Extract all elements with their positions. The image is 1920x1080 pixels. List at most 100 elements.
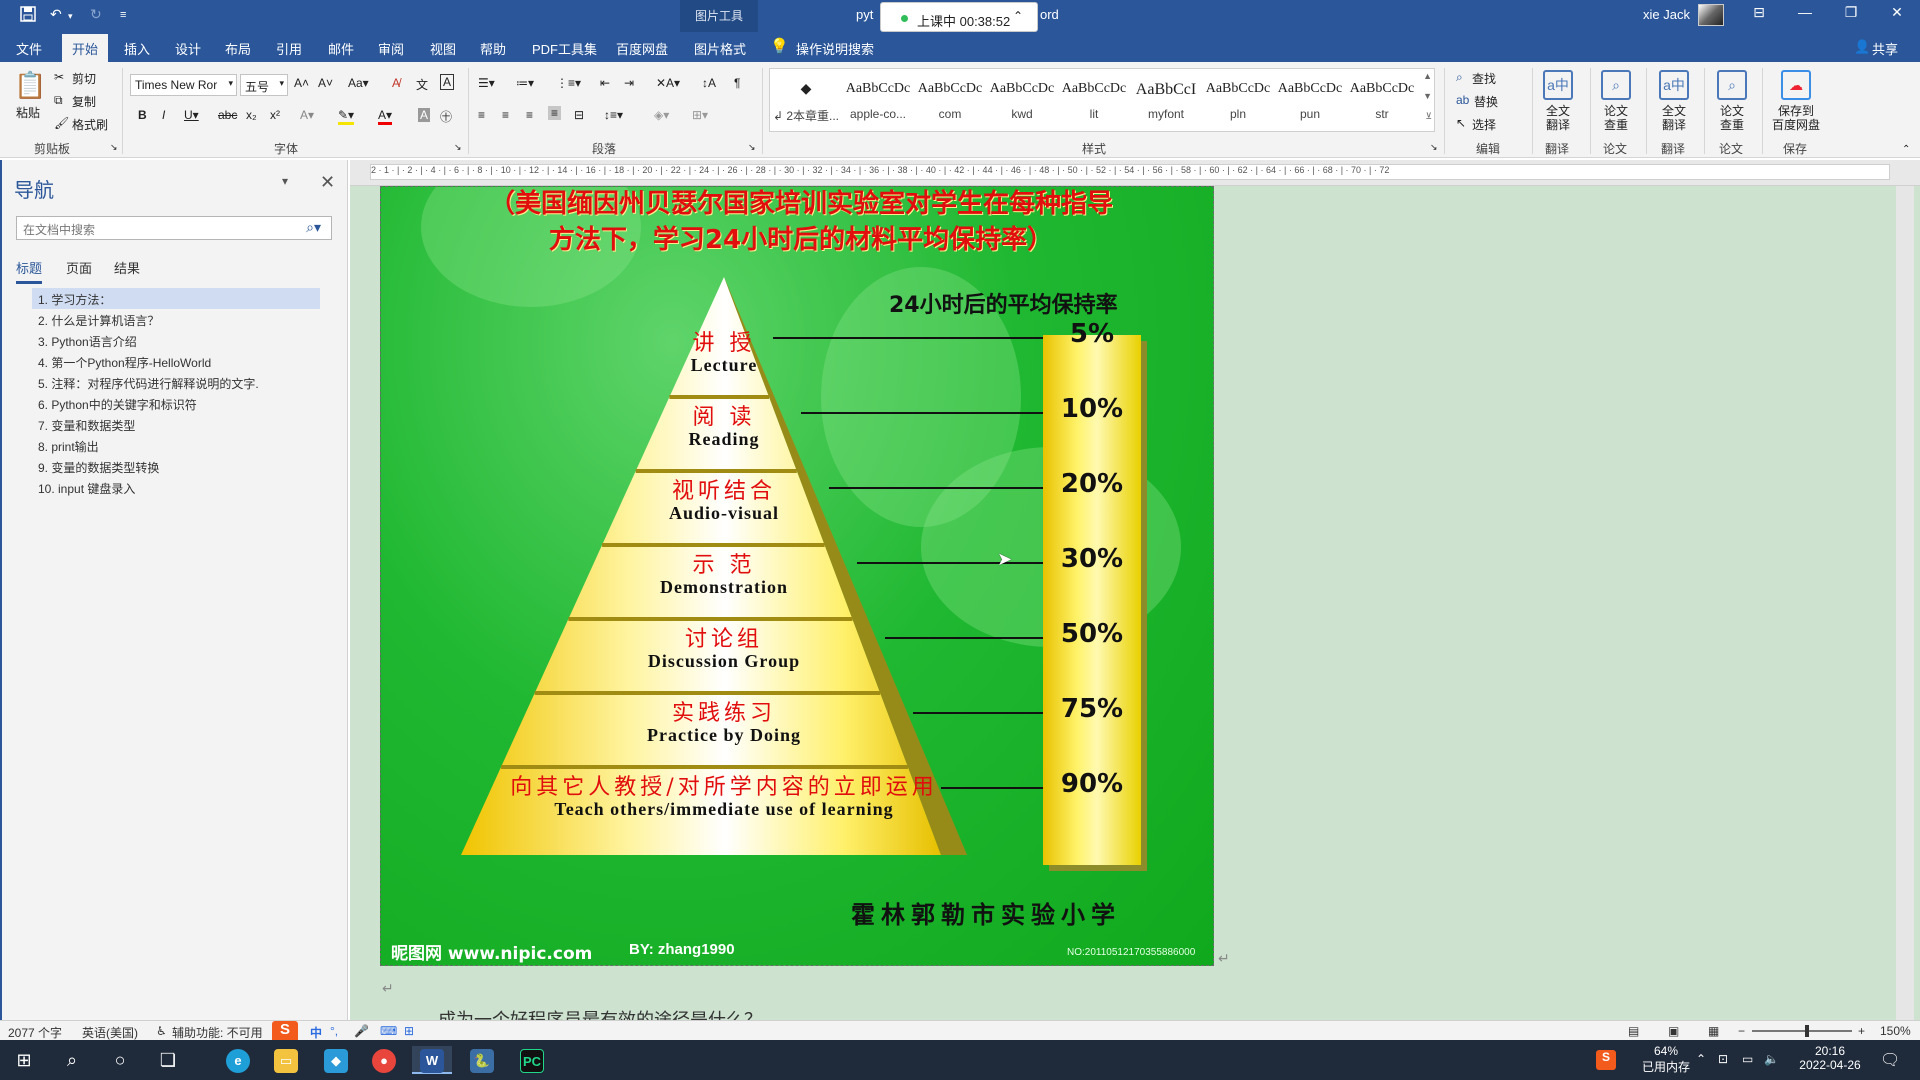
- nav-heading-item[interactable]: 2. 什么是计算机语言？: [32, 309, 320, 330]
- styles-scroll-down-icon[interactable]: ▼: [1423, 91, 1432, 101]
- nav-search-input[interactable]: 在文档中搜索 ⌕▾: [16, 216, 332, 240]
- tab-help[interactable]: 帮助: [480, 39, 506, 58]
- grow-font-icon[interactable]: A˄: [294, 76, 309, 90]
- word-count[interactable]: 2077 个字: [8, 1024, 62, 1041]
- cut-button[interactable]: 剪切: [72, 70, 96, 87]
- share-button[interactable]: 共享: [1872, 39, 1898, 58]
- styles-scroll-up-icon[interactable]: ▲: [1423, 71, 1432, 81]
- horizontal-ruler[interactable]: 2 · 1 · | · 2 · | · 4 · | · 6 · | · 8 · …: [350, 160, 1920, 186]
- language-indicator[interactable]: 英语(美国): [82, 1024, 138, 1041]
- nav-tab-headings[interactable]: 标题: [16, 258, 43, 284]
- user-name[interactable]: xie Jack: [1643, 7, 1690, 22]
- ribbon-display-icon[interactable]: ⊟: [1744, 4, 1774, 26]
- replace-icon[interactable]: ab: [1456, 93, 1469, 107]
- find-button[interactable]: 查找: [1472, 70, 1496, 87]
- ime-mode[interactable]: 中: [310, 1024, 322, 1041]
- tab-insert[interactable]: 插入: [124, 39, 150, 58]
- tab-view[interactable]: 视图: [430, 39, 456, 58]
- close-window-icon[interactable]: ✕: [1882, 4, 1912, 26]
- paper-check-button[interactable]: ⌕ 论文 查重: [1594, 70, 1638, 132]
- zoom-slider[interactable]: [1752, 1030, 1852, 1032]
- numbering-icon[interactable]: ≔▾: [516, 76, 534, 90]
- align-right-icon[interactable]: ≡: [526, 108, 533, 122]
- tab-baidu-netdisk[interactable]: 百度网盘: [616, 39, 668, 58]
- collapse-ribbon-icon[interactable]: ⌃: [1902, 144, 1910, 155]
- full-translate-button-2[interactable]: a中 全文 翻译: [1652, 70, 1696, 132]
- clipboard-launcher-icon[interactable]: ↘: [110, 142, 118, 153]
- notifications-icon[interactable]: 🗨: [1880, 1050, 1900, 1070]
- nav-tab-results[interactable]: 结果: [114, 258, 140, 277]
- zoom-out-icon[interactable]: −: [1738, 1024, 1745, 1038]
- style-item[interactable]: AaBbCcDc str: [1346, 69, 1418, 131]
- replace-button[interactable]: 替换: [1474, 93, 1498, 110]
- word-icon[interactable]: W: [412, 1046, 452, 1074]
- tab-layout[interactable]: 布局: [225, 39, 251, 58]
- edge-icon[interactable]: e: [218, 1046, 258, 1074]
- tray-expand-icon[interactable]: ⌃: [1696, 1052, 1706, 1066]
- paragraph-launcher-icon[interactable]: ↘: [748, 142, 756, 153]
- paste-button[interactable]: 粘贴: [16, 104, 40, 121]
- multilevel-list-icon[interactable]: ⋮≡▾: [556, 76, 581, 90]
- document-body-line[interactable]: 成为一个好程序员最有效的途径是什么？: [438, 1006, 762, 1020]
- customize-quick-access-icon[interactable]: ≡: [120, 9, 126, 21]
- nav-options-icon[interactable]: ▾: [282, 174, 288, 188]
- font-name-select[interactable]: Times New Ror ▾: [130, 74, 237, 96]
- learning-pyramid-image[interactable]: （美国缅因州贝瑟尔国家培训实验室对学生在每种指导 方法下，学习24小时后的材料平…: [380, 186, 1214, 966]
- copy-icon[interactable]: ⧉: [54, 93, 63, 108]
- nav-heading-item[interactable]: 8. print输出: [32, 435, 320, 456]
- windows-start-icon[interactable]: ⊞: [4, 1046, 44, 1074]
- save-to-baidu-button[interactable]: ☁ 保存到 百度网盘: [1768, 70, 1824, 132]
- char-border-icon[interactable]: A: [440, 74, 455, 90]
- zoom-slider-thumb[interactable]: [1805, 1025, 1809, 1037]
- style-item[interactable]: ◆ ↲ 2本章重...: [770, 69, 842, 131]
- bold-icon[interactable]: B: [138, 108, 147, 122]
- distributed-icon[interactable]: ⊟: [574, 108, 584, 122]
- find-icon[interactable]: ⌕: [1456, 70, 1463, 85]
- change-case-icon[interactable]: Aa▾: [348, 76, 369, 90]
- cortana-icon[interactable]: ○: [100, 1046, 140, 1074]
- chrome-icon[interactable]: ●: [364, 1046, 404, 1074]
- italic-icon[interactable]: I: [162, 108, 165, 122]
- zoom-level[interactable]: 150%: [1880, 1024, 1911, 1038]
- file-explorer-icon[interactable]: ▭: [266, 1046, 306, 1074]
- battery-icon[interactable]: ▭: [1742, 1052, 1753, 1066]
- accessibility-status[interactable]: 辅助功能: 不可用: [172, 1024, 263, 1041]
- paper-check-button-2[interactable]: ⌕ 论文 查重: [1710, 70, 1754, 132]
- web-layout-icon[interactable]: ▦: [1708, 1024, 1719, 1038]
- bullets-icon[interactable]: ☰▾: [478, 76, 495, 90]
- app-blue-diamond-icon[interactable]: ◆: [316, 1046, 356, 1074]
- nav-heading-item[interactable]: 7. 变量和数据类型: [32, 414, 320, 435]
- keyboard-icon[interactable]: ⌨: [380, 1024, 397, 1038]
- styles-more-icon[interactable]: ⊻: [1425, 111, 1432, 122]
- format-painter-button[interactable]: 格式刷: [72, 116, 108, 133]
- nav-heading-item[interactable]: 1. 学习方法：: [32, 288, 320, 309]
- cut-icon[interactable]: ✂: [54, 70, 64, 84]
- document-canvas[interactable]: （美国缅因州贝瑟尔国家培训实验室对学生在每种指导 方法下，学习24小时后的材料平…: [350, 186, 1920, 1020]
- clock[interactable]: 20:16 2022-04-26: [1790, 1044, 1870, 1072]
- style-item[interactable]: AaBbCcDc lit: [1058, 69, 1130, 131]
- style-item[interactable]: AaBbCcDc com: [914, 69, 986, 131]
- increase-indent-icon[interactable]: ⇥: [624, 76, 634, 90]
- ime-punct-icon[interactable]: °,: [330, 1024, 338, 1038]
- tab-file[interactable]: 文件: [16, 39, 42, 58]
- select-button[interactable]: 选择: [1472, 116, 1496, 133]
- task-view-icon[interactable]: ❏: [148, 1046, 188, 1074]
- tab-review[interactable]: 审阅: [378, 39, 404, 58]
- char-shading-icon[interactable]: A: [418, 108, 431, 122]
- tab-references[interactable]: 引用: [276, 39, 302, 58]
- text-effect-icon[interactable]: A▾: [300, 108, 314, 122]
- vertical-scrollbar[interactable]: [1896, 186, 1914, 1020]
- save-icon[interactable]: [20, 6, 36, 25]
- undo-icon[interactable]: ↶: [50, 6, 62, 23]
- minimize-icon[interactable]: —: [1790, 4, 1820, 26]
- tab-design[interactable]: 设计: [175, 39, 201, 58]
- style-item[interactable]: AaBbCcDc pun: [1274, 69, 1346, 131]
- network-icon[interactable]: ⊡: [1718, 1052, 1728, 1066]
- zoom-in-icon[interactable]: +: [1858, 1024, 1865, 1038]
- align-center-icon[interactable]: ≡: [502, 108, 509, 122]
- tab-home[interactable]: 开始: [62, 34, 109, 62]
- print-layout-icon[interactable]: ▣: [1668, 1024, 1679, 1038]
- clear-format-icon[interactable]: A̸: [392, 76, 400, 90]
- chevron-up-icon[interactable]: ⌃: [1013, 9, 1023, 23]
- sort-icon[interactable]: ↕A: [702, 76, 716, 90]
